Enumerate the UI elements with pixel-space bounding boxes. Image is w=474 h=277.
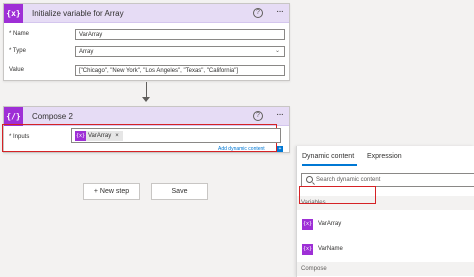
list-item-varname[interactable]: {x} VarName [297, 241, 343, 257]
search-dynamic-content-input[interactable]: Search dynamic content [301, 173, 474, 187]
type-label: * Type [9, 48, 26, 54]
help-icon[interactable]: ? [253, 111, 263, 121]
variable-icon: {x} [302, 243, 313, 255]
search-icon [306, 176, 313, 183]
list-item-vararray[interactable]: {x} VarArray [297, 216, 341, 232]
type-value: Array [79, 49, 94, 55]
name-input[interactable]: VarArray [75, 29, 285, 40]
flow-connector [146, 82, 147, 98]
initialize-variable-card[interactable]: {x} Initialize variable for Array ? ··· … [3, 3, 290, 81]
section-compose: Compose [297, 262, 474, 276]
tab-dynamic-content[interactable]: Dynamic content [302, 153, 354, 160]
variable-icon: {x} [75, 131, 86, 141]
help-icon[interactable]: ? [253, 8, 263, 18]
more-options-icon[interactable]: ··· [276, 109, 284, 120]
value-label: Value [9, 67, 24, 73]
item-label: VarArray [318, 221, 342, 227]
arrow-down-icon [142, 97, 150, 102]
vararray-token[interactable]: {x} VarArray × [75, 131, 123, 141]
card-title: Compose 2 [32, 111, 73, 121]
tab-expression[interactable]: Expression [367, 153, 402, 160]
chevron-down-icon[interactable]: ⌄ [275, 47, 280, 55]
name-label: * Name [9, 31, 30, 37]
token-label: VarArray [88, 133, 112, 139]
type-row: * Type Array ⌄ [4, 46, 289, 58]
compose-icon: {/} [4, 106, 23, 126]
card-header[interactable]: {x} Initialize variable for Array ? ··· [4, 3, 289, 23]
name-row: * Name VarArray [4, 29, 289, 41]
dynamic-content-panel: Dynamic content Expression Search dynami… [296, 146, 474, 277]
save-button[interactable]: Save [151, 183, 208, 200]
new-step-button[interactable]: + New step [83, 183, 140, 200]
value-row: Value ["Chicago", "New York", "Los Angel… [4, 65, 289, 77]
active-tab-indicator [302, 164, 357, 166]
item-label: VarName [318, 246, 343, 252]
inputs-field[interactable]: {x} VarArray × [71, 128, 281, 143]
search-placeholder: Search dynamic content [316, 177, 381, 183]
add-dynamic-content-link[interactable]: Add dynamic content [218, 146, 265, 152]
variable-icon: {x} [4, 3, 23, 23]
value-input[interactable]: ["Chicago", "New York", "Los Angeles", "… [75, 65, 285, 76]
card-title: Initialize variable for Array [32, 8, 124, 18]
type-select[interactable]: Array ⌄ [75, 46, 285, 57]
remove-token-icon[interactable]: × [115, 133, 119, 139]
more-options-icon[interactable]: ··· [276, 6, 284, 17]
variable-icon: {x} [302, 218, 313, 230]
add-dynamic-content-icon[interactable]: + [277, 146, 283, 152]
vararray-highlight-box [299, 186, 376, 204]
